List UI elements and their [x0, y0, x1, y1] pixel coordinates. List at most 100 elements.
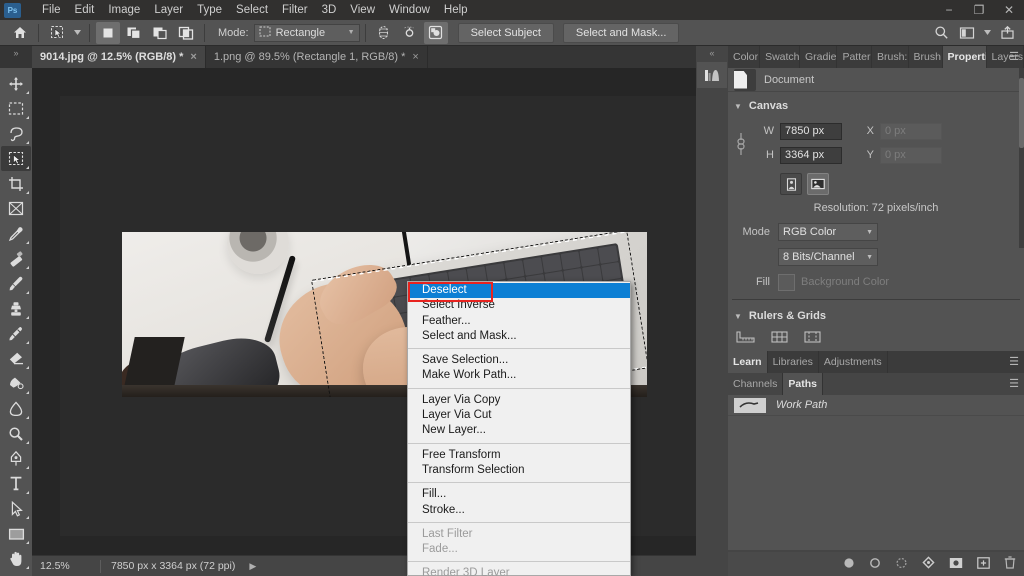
menu-select[interactable]: Select	[229, 2, 275, 18]
landscape-orientation-icon[interactable]	[807, 173, 829, 195]
context-menu-item-layer-via-cut[interactable]: Layer Via Cut	[408, 408, 630, 423]
move-tool[interactable]	[1, 71, 31, 96]
document-tab-9014[interactable]: 9014.jpg @ 12.5% (RGB/8) * ×	[32, 46, 206, 68]
histogram-icon[interactable]	[697, 62, 727, 88]
path-selection-tool[interactable]	[1, 496, 31, 521]
select-and-mask-button[interactable]: Select and Mask...	[563, 23, 680, 43]
collapse-panels-icon[interactable]: »	[0, 46, 32, 68]
bit-depth-select[interactable]: 8 Bits/Channel ▼	[778, 248, 878, 266]
minimize-icon[interactable]: −	[934, 0, 964, 20]
mask-mode-icon[interactable]	[424, 22, 448, 44]
clone-stamp-tool[interactable]	[1, 296, 31, 321]
context-menu-item-select-and-mask[interactable]: Select and Mask...	[408, 329, 630, 344]
brush-tool[interactable]	[1, 271, 31, 296]
spot-healing-brush-tool[interactable]	[1, 246, 31, 271]
context-menu-item-layer-via-copy[interactable]: Layer Via Copy	[408, 393, 630, 408]
intersect-selection-icon[interactable]	[174, 22, 198, 44]
properties-scrollbar[interactable]	[1019, 68, 1024, 248]
tab-channels[interactable]: Channels	[728, 373, 783, 395]
close-icon[interactable]: ×	[190, 51, 196, 63]
paths-list-item-work-path[interactable]: Work Path	[728, 395, 1024, 416]
menu-help[interactable]: Help	[437, 2, 475, 18]
menu-file[interactable]: File	[35, 2, 68, 18]
tab-paths[interactable]: Paths	[783, 373, 823, 395]
expand-panels-icon[interactable]: «	[696, 46, 728, 58]
tab-brush-settings[interactable]: Brush	[909, 46, 943, 68]
context-menu-item-deselect[interactable]: Deselect	[408, 283, 630, 298]
select-subject-button[interactable]: Select Subject	[458, 23, 554, 43]
rectangular-marquee-tool[interactable]	[1, 96, 31, 121]
subtract-from-selection-icon[interactable]	[148, 22, 172, 44]
context-menu-item-feather[interactable]: Feather...	[408, 314, 630, 329]
mode-select[interactable]: Rectangle ▼	[254, 24, 360, 42]
make-work-path-icon[interactable]	[922, 556, 935, 572]
refine-edge-icon[interactable]	[372, 22, 396, 44]
width-input[interactable]: 7850 px	[780, 123, 842, 140]
tab-swatches[interactable]: Swatch	[760, 46, 800, 68]
blur-tool[interactable]	[1, 396, 31, 421]
fill-path-icon[interactable]	[843, 557, 855, 572]
context-menu-item-stroke[interactable]: Stroke...	[408, 503, 630, 518]
selection-context-menu[interactable]: Deselect Select Inverse Feather... Selec…	[407, 281, 631, 576]
tab-adjustments[interactable]: Adjustments	[819, 351, 888, 373]
horizontal-type-tool[interactable]	[1, 471, 31, 496]
tab-properties[interactable]: Properties	[943, 46, 987, 68]
tool-preset-chevron-down-icon[interactable]	[71, 22, 83, 44]
lasso-tool[interactable]	[1, 121, 31, 146]
frame-tool[interactable]	[1, 196, 31, 221]
close-icon[interactable]: ✕	[994, 0, 1024, 20]
color-mode-select[interactable]: RGB Color ▼	[778, 223, 878, 241]
panel-menu-icon[interactable]: ☰	[1009, 357, 1019, 367]
panel-menu-icon[interactable]: ☰	[1009, 52, 1019, 62]
grid-icon[interactable]	[771, 331, 788, 346]
stroke-path-icon[interactable]	[869, 557, 881, 572]
menu-layer[interactable]: Layer	[147, 2, 190, 18]
rulers-icon[interactable]	[736, 331, 755, 346]
delete-path-icon[interactable]	[1004, 556, 1016, 572]
close-icon[interactable]: ×	[412, 51, 418, 63]
menu-3d[interactable]: 3D	[315, 2, 344, 18]
search-icon[interactable]	[929, 22, 953, 44]
rulers-grids-section-header[interactable]: ▼ Rulers & Grids	[728, 306, 1024, 326]
height-input[interactable]: 3364 px	[780, 147, 842, 164]
add-to-selection-icon[interactable]	[122, 22, 146, 44]
context-menu-item-transform-selection[interactable]: Transform Selection	[408, 463, 630, 478]
tab-patterns[interactable]: Patter	[837, 46, 872, 68]
context-menu-item-save-selection[interactable]: Save Selection...	[408, 353, 630, 368]
new-path-icon[interactable]	[977, 557, 990, 572]
fill-color-swatch[interactable]	[778, 274, 795, 291]
menu-view[interactable]: View	[343, 2, 382, 18]
zoom-level[interactable]: 12.5%	[32, 560, 100, 572]
menu-edit[interactable]: Edit	[68, 2, 102, 18]
feather-settings-icon[interactable]	[398, 22, 422, 44]
gradient-tool[interactable]	[1, 371, 31, 396]
context-menu-item-make-work-path[interactable]: Make Work Path...	[408, 368, 630, 383]
panel-menu-icon[interactable]: ☰	[1009, 379, 1019, 389]
portrait-orientation-icon[interactable]	[780, 173, 802, 195]
home-icon[interactable]	[8, 22, 32, 44]
canvas-section-header[interactable]: ▼ Canvas	[728, 96, 1024, 116]
menu-filter[interactable]: Filter	[275, 2, 315, 18]
object-selection-preset-icon[interactable]	[45, 22, 69, 44]
workspace-icon[interactable]	[955, 22, 979, 44]
zoom-tool[interactable]	[1, 571, 31, 576]
crop-tool[interactable]	[1, 171, 31, 196]
menu-window[interactable]: Window	[382, 2, 437, 18]
rectangle-tool[interactable]	[1, 521, 31, 546]
link-dimensions-icon[interactable]	[734, 126, 748, 162]
restore-icon[interactable]: ❐	[964, 0, 994, 20]
eraser-tool[interactable]	[1, 346, 31, 371]
share-icon[interactable]	[995, 22, 1019, 44]
dodge-tool[interactable]	[1, 421, 31, 446]
workspace-chevron-down-icon[interactable]	[981, 22, 993, 44]
history-brush-tool[interactable]	[1, 321, 31, 346]
menu-image[interactable]: Image	[101, 2, 147, 18]
tab-brushes[interactable]: Brush:	[872, 46, 909, 68]
tab-learn[interactable]: Learn	[728, 351, 768, 373]
pen-tool[interactable]	[1, 446, 31, 471]
document-tab-1png[interactable]: 1.png @ 89.5% (Rectangle 1, RGB/8) * ×	[206, 46, 428, 68]
chevron-right-icon[interactable]: ▶	[249, 561, 256, 572]
context-menu-item-free-transform[interactable]: Free Transform	[408, 448, 630, 463]
menu-type[interactable]: Type	[190, 2, 229, 18]
tab-gradients[interactable]: Gradie	[800, 46, 837, 68]
